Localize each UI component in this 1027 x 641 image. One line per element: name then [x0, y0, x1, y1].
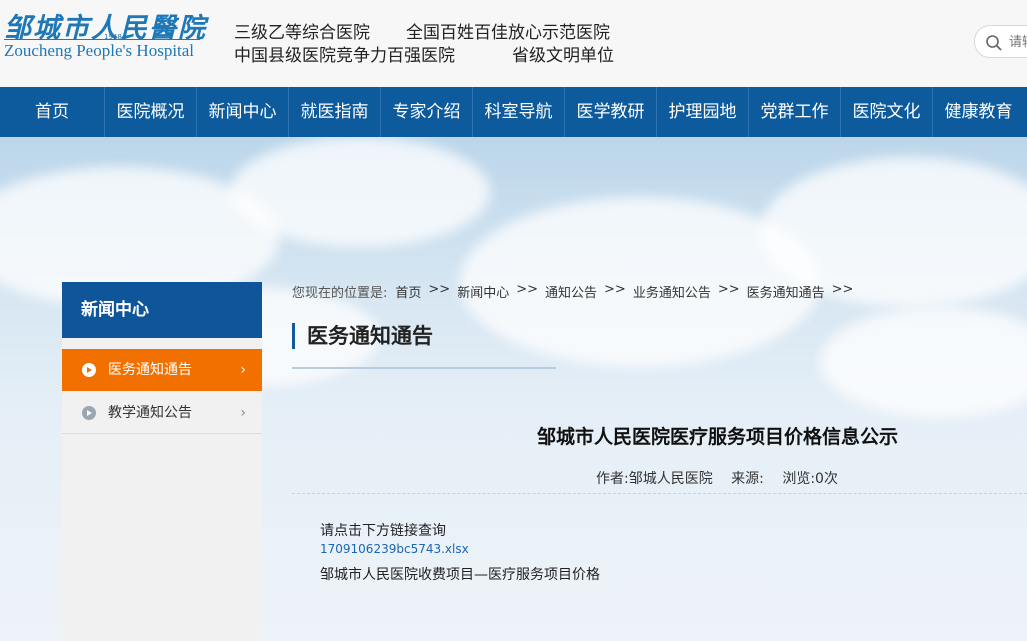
search-input[interactable]	[1009, 31, 1027, 51]
breadcrumb-news[interactable]: 新闻中心	[457, 282, 509, 304]
article-meta: 作者:邹城人民医院 来源: 浏览:0次	[596, 468, 852, 488]
breadcrumb-medical-notices[interactable]: 医务通知通告	[747, 282, 825, 304]
sidebar-item-medical-notices[interactable]: 医务通知通告 ›	[62, 349, 262, 391]
nav-party[interactable]: 党群工作	[748, 87, 840, 137]
sidebar-item-label: 医务通知通告	[108, 362, 192, 378]
breadcrumb-separator: >>	[428, 282, 451, 297]
site-header: 邹城市人民醫院 1948 Zoucheng People's Hospital …	[0, 0, 1027, 87]
nav-research[interactable]: 医学教研	[564, 87, 656, 137]
article-divider	[292, 493, 1027, 494]
nav-news[interactable]: 新闻中心	[196, 87, 288, 137]
breadcrumb-home[interactable]: 首页	[395, 282, 421, 304]
slogan-demo-hospital: 全国百姓百佳放心示范医院	[406, 23, 610, 43]
breadcrumb-separator: >>	[717, 282, 740, 297]
article-intro-text: 请点击下方链接查询	[320, 523, 446, 539]
slogan-level: 三级乙等综合医院	[234, 23, 370, 43]
nav-nursing[interactable]: 护理园地	[656, 87, 748, 137]
arrow-circle-icon	[82, 406, 96, 420]
sidebar-item-teaching-notices[interactable]: 教学通知公告 ›	[62, 392, 262, 434]
search-icon[interactable]	[985, 34, 1003, 52]
nav-about[interactable]: 医院概况	[104, 87, 196, 137]
article-source: 来源:	[731, 471, 764, 487]
article-author: 作者:邹城人民医院	[596, 471, 713, 487]
nav-experts[interactable]: 专家介绍	[380, 87, 472, 137]
article-title: 邹城市人民医院医疗服务项目价格信息公示	[537, 426, 899, 448]
search-box[interactable]	[974, 25, 1027, 58]
sidebar-item-label: 教学通知公告	[108, 405, 192, 421]
cloud-shape	[230, 137, 490, 247]
nav-guide[interactable]: 就医指南	[288, 87, 380, 137]
sidebar-title: 新闻中心	[62, 282, 262, 338]
chevron-right-icon: ›	[240, 362, 246, 378]
breadcrumb-notices[interactable]: 通知公告	[545, 282, 597, 304]
nav-health-education[interactable]: 健康教育	[932, 87, 1024, 137]
article-views: 浏览:0次	[782, 471, 838, 487]
section-title-underline	[292, 367, 556, 369]
breadcrumb-separator: >>	[516, 282, 539, 297]
logo-divider	[4, 39, 200, 40]
breadcrumb-business-notices[interactable]: 业务通知公告	[633, 282, 711, 304]
breadcrumb-separator: >>	[604, 282, 626, 297]
breadcrumb-label: 您现在的位置是:	[292, 286, 388, 301]
arrow-circle-icon	[82, 363, 96, 377]
slogan-top-100: 中国县级医院竞争力百强医院	[234, 46, 455, 66]
main-content: 您现在的位置是: 首页 >> 新闻中心 >> 通知公告 >> 业务通知公告 >>…	[292, 282, 1027, 641]
logo-english-name: Zoucheng People's Hospital	[4, 41, 195, 60]
breadcrumb-separator: >>	[831, 282, 854, 297]
hospital-logo[interactable]: 邹城市人民醫院 1948 Zoucheng People's Hospital	[4, 6, 205, 76]
attachment-link[interactable]: 1709106239bc5743.xlsx	[320, 542, 469, 556]
main-nav: 首页 医院概况 新闻中心 就医指南 专家介绍 科室导航 医学教研 护理园地 党群…	[0, 87, 1027, 137]
nav-home[interactable]: 首页	[0, 87, 104, 137]
breadcrumb: 您现在的位置是: 首页 >> 新闻中心 >> 通知公告 >> 业务通知公告 >>…	[292, 282, 860, 304]
section-title: 医务通知通告	[292, 323, 433, 349]
chevron-right-icon: ›	[240, 405, 246, 421]
nav-culture[interactable]: 医院文化	[840, 87, 932, 137]
nav-departments[interactable]: 科室导航	[472, 87, 564, 137]
article-footer-text: 邹城市人民医院收费项目—医疗服务项目价格	[320, 567, 600, 583]
slogan-civilized-unit: 省级文明单位	[512, 46, 614, 66]
